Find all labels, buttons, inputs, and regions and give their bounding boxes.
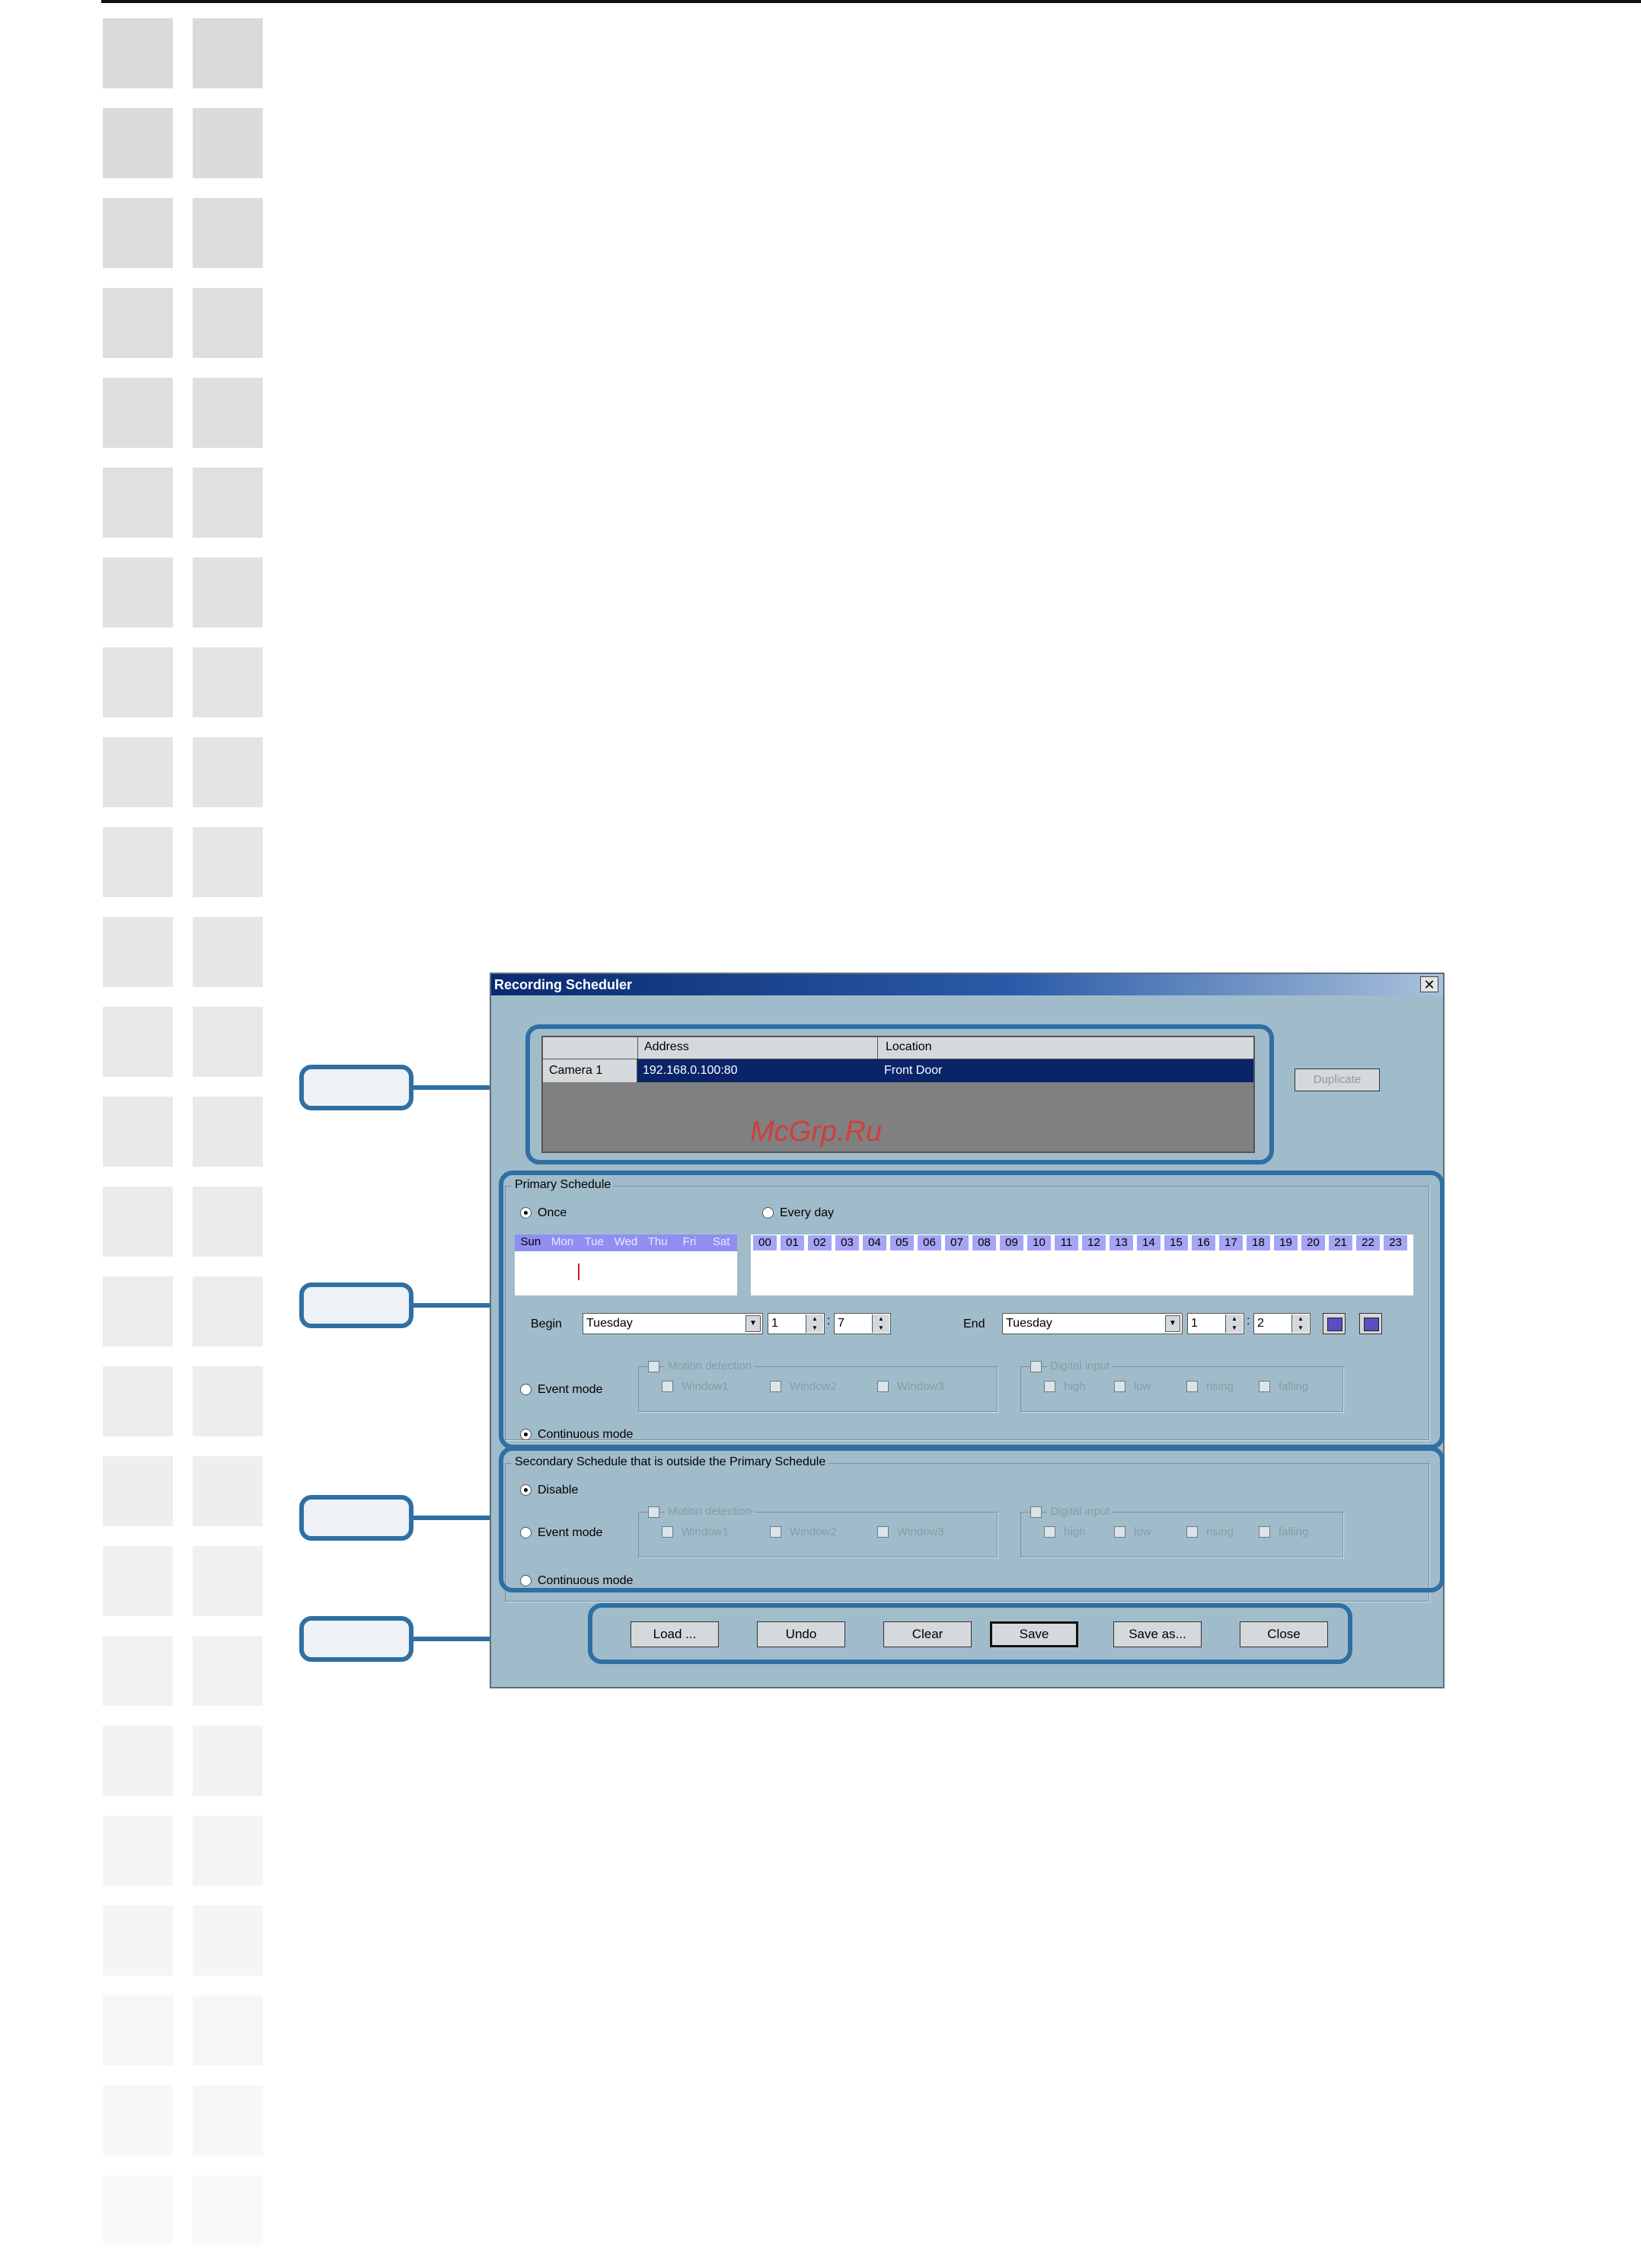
decorative-tile [103, 1187, 173, 1257]
decorative-tile [103, 1995, 173, 2065]
decorative-tile [103, 737, 173, 807]
decorative-tile [193, 1276, 263, 1346]
close-icon[interactable]: ✕ [1420, 976, 1438, 992]
title-bar[interactable]: Recording Scheduler ✕ [491, 974, 1443, 995]
decorative-tile [193, 1995, 263, 2065]
decorative-tile [193, 737, 263, 807]
decorative-tile [103, 288, 173, 358]
decorative-tile [193, 198, 263, 268]
decorative-tile [193, 1366, 263, 1436]
decorative-tile [193, 827, 263, 897]
decorative-tile [193, 1187, 263, 1257]
callout-connector-3 [413, 1516, 499, 1520]
callout-box-3 [299, 1495, 413, 1541]
decorative-tile [103, 1097, 173, 1167]
highlight-secondary-schedule [499, 1446, 1445, 1592]
decorative-tile [103, 1456, 173, 1526]
decorative-tile [103, 917, 173, 987]
decorative-tile [193, 1816, 263, 1886]
decorative-tile [193, 468, 263, 538]
decorative-tile [193, 18, 263, 88]
callout-box-2 [299, 1283, 413, 1328]
decorative-tile [193, 2085, 263, 2155]
decorative-tile [103, 108, 173, 178]
decorative-tile [193, 1097, 263, 1167]
decorative-tile [103, 1546, 173, 1616]
decorative-tile [103, 378, 173, 448]
decorative-tile [193, 1905, 263, 1976]
decorative-tile [103, 1636, 173, 1706]
decorative-tile [193, 557, 263, 628]
decorative-tile [193, 108, 263, 178]
decorative-tile [103, 1276, 173, 1346]
duplicate-button[interactable]: Duplicate [1295, 1069, 1380, 1091]
decorative-tile [103, 2085, 173, 2155]
decorative-tile [193, 1007, 263, 1077]
highlight-primary-schedule [499, 1171, 1445, 1449]
decorative-tile [103, 2175, 173, 2245]
decorative-tile [103, 827, 173, 897]
decorative-tile [103, 647, 173, 717]
page-top-rule [101, 0, 1641, 3]
decorative-tile [103, 198, 173, 268]
decorative-tile [103, 1816, 173, 1886]
decorative-tile [193, 288, 263, 358]
decorative-tile [193, 1636, 263, 1706]
decorative-tile [193, 378, 263, 448]
decorative-tile [103, 468, 173, 538]
decorative-tile [193, 1546, 263, 1616]
dialog-title: Recording Scheduler [494, 977, 633, 992]
decorative-tile [103, 557, 173, 628]
callout-box-1 [299, 1065, 413, 1110]
decorative-tile [193, 917, 263, 987]
decorative-tile [193, 1726, 263, 1796]
decorative-tile [193, 1456, 263, 1526]
decorative-tile [103, 1726, 173, 1796]
decorative-tile [193, 647, 263, 717]
highlight-camera-list [525, 1024, 1274, 1164]
decorative-tile [103, 1366, 173, 1436]
decorative-tile [103, 1905, 173, 1976]
watermark-text: McGrp.Ru [750, 1116, 883, 1148]
decorative-tile [193, 2175, 263, 2245]
highlight-button-row [588, 1603, 1352, 1664]
decorative-tile [103, 1007, 173, 1077]
callout-connector-2 [413, 1303, 499, 1308]
callout-box-4 [299, 1616, 413, 1662]
decorative-tile [103, 18, 173, 88]
